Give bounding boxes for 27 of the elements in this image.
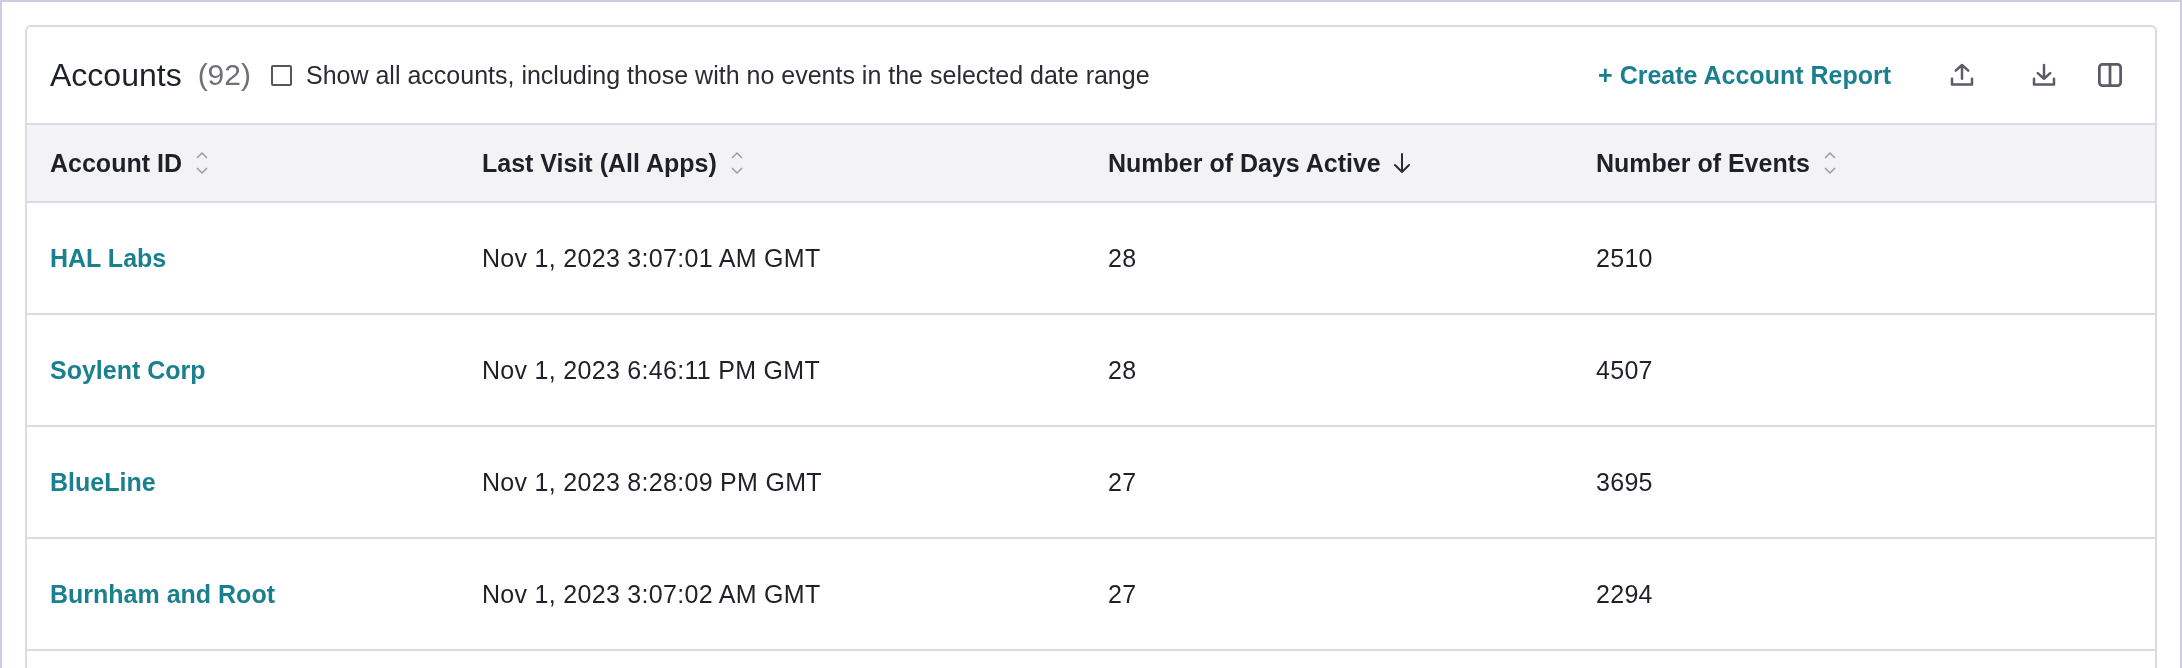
table-cell-text: 2510 — [1596, 243, 1654, 273]
account-count: (92) — [197, 58, 251, 92]
table-cell-text: 4507 — [1596, 355, 1654, 385]
column-header[interactable]: Account ID — [50, 148, 182, 178]
table-cell-text: Nov 1, 2023 6:46:11 PM GMT — [482, 355, 822, 385]
table-cell-text: 27 — [1108, 579, 1138, 609]
column-header[interactable]: Number of Events — [1596, 148, 1810, 178]
columns-icon[interactable] — [2095, 60, 2125, 90]
arrow-down-icon[interactable] — [1392, 152, 1411, 174]
table-cell-text: Nov 1, 2023 3:07:01 AM GMT — [482, 243, 822, 273]
create-report-link[interactable]: + Create Account Report — [1598, 60, 1891, 90]
table-cell-text: 2294 — [1596, 579, 1654, 609]
account-link[interactable]: BlueLine — [50, 467, 482, 497]
column-header[interactable]: Number of Days Active — [1108, 148, 1381, 178]
panel-title: Accounts — [50, 56, 182, 94]
account-link[interactable]: Burnham and Root — [50, 579, 482, 609]
account-link[interactable]: HAL Labs — [50, 243, 482, 273]
table-cell-text: Nov 1, 2023 3:07:02 AM GMT — [482, 579, 822, 609]
table-cell-text: Nov 1, 2023 8:28:09 PM GMT — [482, 467, 823, 497]
checkbox[interactable] — [271, 64, 292, 86]
table-cell-text: 28 — [1108, 243, 1138, 273]
table-cell-text: 3695 — [1596, 467, 1654, 497]
account-link[interactable]: Soylent Corp — [50, 355, 482, 385]
column-header[interactable]: Last Visit (All Apps) — [482, 148, 717, 178]
table-cell-text: 28 — [1108, 355, 1138, 385]
table-cell-text: 27 — [1108, 467, 1138, 497]
checkbox-label: Show all accounts, including those with no events in the selected date range — [306, 60, 1150, 90]
